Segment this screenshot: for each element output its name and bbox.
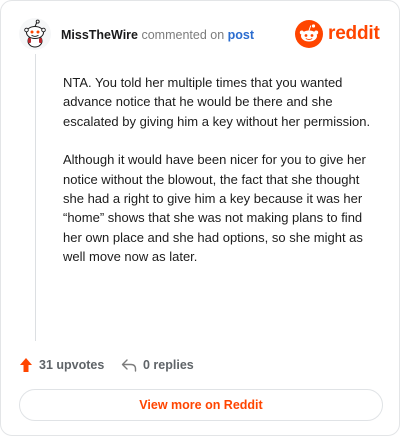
comment-stats: 31 upvotes 0 replies [19,355,379,375]
action-text: commented on [141,28,225,42]
upvote-arrow-icon [20,358,32,372]
view-more-button[interactable]: View more on Reddit [19,389,383,421]
user-avatar-icon[interactable] [19,18,51,50]
comment-embed-card: MissTheWire commented on post reddit NTA… [0,0,400,436]
comment-header: MissTheWire commented on post reddit [19,18,383,52]
comment-paragraph: NTA. You told her multiple times that yo… [63,75,371,129]
reply-arrow-icon [121,359,137,372]
upvotes-label: 31 upvotes [39,358,105,372]
upvotes-count[interactable]: 31 upvotes [19,355,104,375]
comment-body: NTA. You told her multiple times that yo… [63,73,383,286]
post-link[interactable]: post [228,28,254,42]
thread-line [35,54,36,341]
reddit-wordmark: reddit [328,23,380,44]
comment-paragraph: Although it would have been nicer for yo… [63,152,366,265]
replies-count[interactable]: 0 replies [121,355,194,375]
comment-meta: MissTheWire commented on post [61,27,254,43]
reddit-brand[interactable]: reddit [295,20,383,48]
replies-label: 0 replies [143,358,194,372]
reddit-logo-icon [295,20,323,48]
username-link[interactable]: MissTheWire [61,28,138,42]
